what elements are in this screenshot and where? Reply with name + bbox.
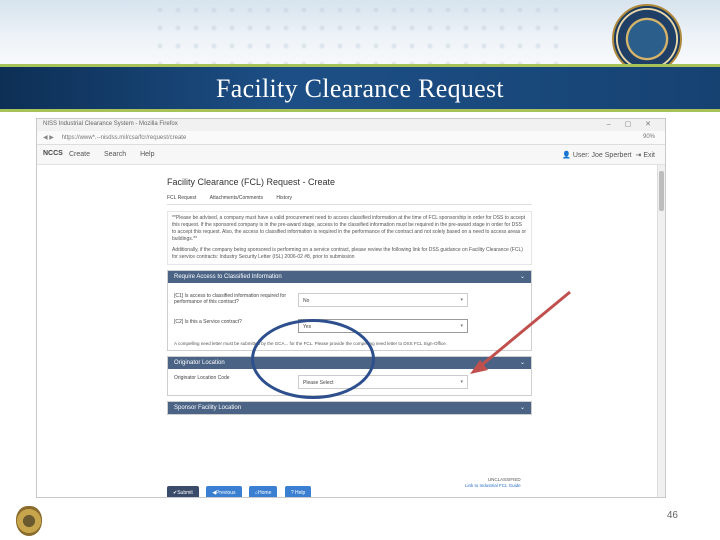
panel-header[interactable]: Sponsor Facility Location ⌄ [168,402,531,414]
previous-button[interactable]: ◀Previous [206,486,242,497]
home-label: Home [258,490,272,496]
q2-label: [C2] Is this a Service contract? [174,319,242,325]
q1-label: [C1] Is access to classified information… [174,293,286,305]
help-button[interactable]: ? Help [284,486,312,497]
app-brand[interactable]: NCCS [43,150,63,157]
menu-create[interactable]: Create [69,151,90,158]
dss-badge-logo [16,506,42,536]
q1-select[interactable]: No ▾ [298,293,468,307]
window-controls[interactable]: – ▢ ✕ [607,120,657,128]
app-menu: Create Search Help [69,151,167,158]
help-label: Help [294,490,306,496]
window-title: NISS Industrial Clearance System - Mozil… [43,121,178,127]
window-titlebar: NISS Industrial Clearance System - Mozil… [37,119,665,131]
tab-fcl-request[interactable]: FCL Request [167,195,196,201]
user-name[interactable]: User: Joe Sperbert [573,152,632,159]
submit-button[interactable]: ✔Submit [167,486,199,497]
browser-screenshot: NISS Industrial Clearance System - Mozil… [36,118,666,498]
chevron-down-icon[interactable]: ⌄ [520,357,525,369]
notice-text-1: **Please be advised, a company must have… [172,215,527,242]
address-bar[interactable]: ◀ ▶ https://www*.--nisdss.mil/csa/fcr/re… [37,131,665,145]
question-row: [C1] Is access to classified information… [174,291,525,313]
panel-sponsor: Sponsor Facility Location ⌄ [167,401,532,415]
app-navbar: NCCS Create Search Help 👤 User: Joe Sper… [37,145,665,165]
zoom-level: 90% [642,134,655,140]
panel-header[interactable]: Require Access to Classified Information… [168,271,531,283]
home-button[interactable]: ⌂Home [248,486,278,497]
footer-right: UNCLASSIFIED Link to Industrial FCL Guid… [465,477,521,489]
q1-value: No [303,298,310,304]
chevron-down-icon: ▾ [460,323,463,329]
tab-attachments[interactable]: Attachments/Comments [210,195,263,201]
slide-page-number: 46 [666,510,678,521]
menu-help[interactable]: Help [140,151,154,158]
header-pattern [150,0,570,64]
chevron-down-icon: ▾ [460,297,463,303]
scrollbar-thumb[interactable] [659,171,664,211]
user-area: 👤 User: Joe Sperbert ⇥ Exit [562,151,655,159]
panel-title: Originator Location [174,360,225,366]
action-buttons: ✔Submit ◀Previous ⌂Home ? Help [167,481,314,497]
tab-bar: FCL Request Attachments/Comments History [167,195,532,205]
guide-link[interactable]: Link to Industrial FCL Guide [465,483,521,489]
annotation-circle [251,319,375,399]
chevron-down-icon: ▾ [460,379,463,385]
logout-link[interactable]: Exit [643,152,655,159]
slide-title-band: Facility Clearance Request [0,64,720,112]
chevron-down-icon[interactable]: ⌄ [520,402,525,414]
url-text[interactable]: https://www*.--nisdss.mil/csa/fcr/reques… [62,135,187,141]
question-icon: ? [290,490,294,496]
user-icon: 👤 [562,152,571,159]
logout-icon[interactable]: ⇥ [636,152,642,159]
notice-text-2: Additionally, if the company being spons… [172,247,523,260]
panel-title: Sponsor Facility Location [174,405,242,411]
slide-title: Facility Clearance Request [216,74,504,103]
slide-header-background [0,0,720,74]
submit-label: Submit [177,490,193,496]
tab-history[interactable]: History [276,195,292,201]
panel-title: Require Access to Classified Information [174,274,282,280]
page-title: Facility Clearance (FCL) Request - Creat… [167,177,336,187]
previous-label: Previous [216,490,236,496]
notice-box: **Please be advised, a company must have… [167,211,532,265]
chevron-down-icon[interactable]: ⌄ [520,271,525,283]
back-forward-icon[interactable]: ◀ ▶ [43,135,54,141]
page-scrollbar[interactable] [657,165,665,497]
menu-search[interactable]: Search [104,151,126,158]
